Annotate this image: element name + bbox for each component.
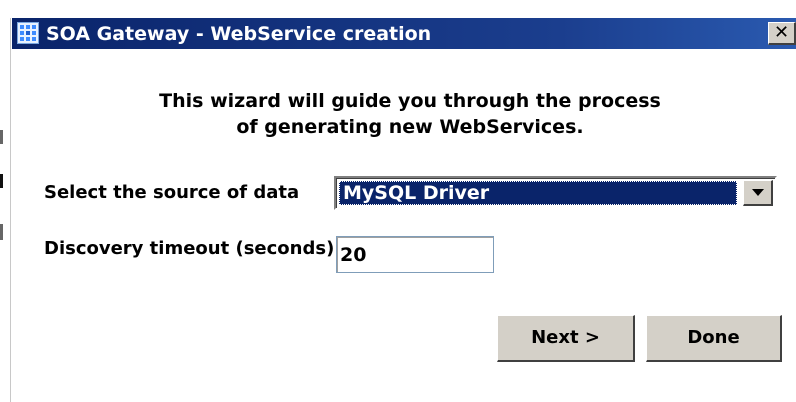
source-label: Select the source of data: [44, 182, 300, 203]
timeout-input[interactable]: [336, 236, 494, 273]
wizard-intro: This wizard will guide you through the p…: [100, 88, 720, 140]
background-artifact: [0, 224, 3, 240]
background-window-edge: [10, 18, 11, 402]
background-artifact: [0, 130, 3, 144]
title-bar[interactable]: SOA Gateway - WebService creation ✕: [12, 18, 796, 49]
window-title: SOA Gateway - WebService creation: [46, 23, 432, 45]
background-artifact: [0, 174, 3, 188]
close-icon: ✕: [773, 22, 790, 43]
intro-line-1: This wizard will guide you through the p…: [159, 90, 661, 112]
timeout-label: Discovery timeout (seconds): [44, 238, 334, 259]
done-button[interactable]: Done: [646, 315, 782, 362]
source-select-value[interactable]: MySQL Driver: [339, 181, 737, 205]
dialog-window: SOA Gateway - WebService creation ✕ This…: [0, 0, 796, 402]
chevron-down-icon: [752, 189, 764, 196]
source-select-dropdown-button[interactable]: [743, 180, 773, 206]
close-button[interactable]: ✕: [768, 22, 796, 45]
source-select[interactable]: MySQL Driver: [334, 176, 777, 210]
next-button[interactable]: Next >: [497, 315, 635, 362]
grid-dots-icon: [17, 22, 39, 44]
intro-line-2: of generating new WebServices.: [236, 116, 584, 138]
